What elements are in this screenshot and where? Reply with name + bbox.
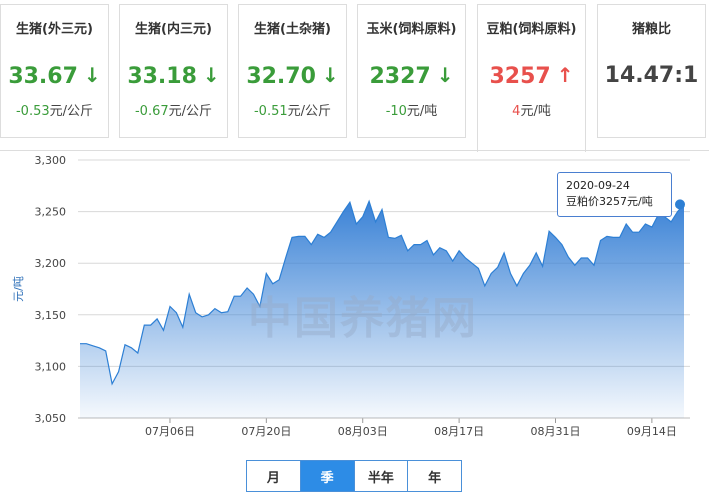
card-pig-inner-three[interactable]: 生猪(内三元) 33.18 ↓ -0.67元/公斤	[119, 4, 228, 138]
y-tick-label: 3,100	[35, 360, 67, 373]
y-tick-label: 3,150	[35, 309, 67, 322]
card-change: -0.53元/公斤	[1, 100, 108, 119]
card-pig-outer-three[interactable]: 生猪(外三元) 33.67 ↓ -0.53元/公斤	[0, 4, 109, 138]
change-unit: 元/吨	[520, 104, 551, 119]
x-tick-label: 07月06日	[145, 425, 195, 438]
change-value: -0.67	[134, 104, 169, 119]
change-value: -0.51	[253, 104, 288, 119]
y-tick-label: 3,300	[35, 154, 67, 167]
price-value: 2327	[369, 64, 431, 89]
card-title: 生猪(土杂猪)	[254, 22, 331, 37]
arrow-down-icon: ↓	[321, 63, 339, 87]
x-tick-label: 08月31日	[530, 425, 580, 438]
highlighted-point[interactable]	[675, 199, 685, 210]
price-chart: 3,050 3,100 3,150 3,200 3,250 3,300 07月06日 07月…	[0, 150, 709, 450]
card-price: 3257 ↑	[478, 63, 585, 89]
range-selector: 月 季 半年 年	[246, 460, 462, 492]
card-corn[interactable]: 玉米(饲料原料) 2327 ↓ -10元/吨	[357, 4, 466, 138]
arrow-down-icon: ↓	[202, 63, 220, 87]
tooltip-value: 豆粕价3257元/吨	[566, 195, 653, 208]
price-value: 3257	[489, 64, 551, 89]
card-price: 14.47:1	[598, 63, 705, 88]
card-price: 33.67 ↓	[1, 63, 108, 89]
card-change: -0.51元/公斤	[239, 100, 346, 119]
change-value: -10	[385, 104, 407, 119]
change-value: -0.53	[15, 104, 50, 119]
arrow-down-icon: ↓	[83, 63, 101, 87]
card-title: 生猪(内三元)	[135, 22, 212, 37]
y-axis-label: 元/吨	[12, 276, 25, 302]
card-pig-grain-ratio[interactable]: 猪粮比 14.47:1	[597, 4, 706, 138]
card-title: 生猪(外三元)	[16, 22, 93, 37]
card-price: 33.18 ↓	[120, 63, 227, 89]
x-tick-label: 09月14日	[627, 425, 677, 438]
card-soybean-meal[interactable]: 豆粕(饲料原料) 3257 ↑ 4元/吨	[477, 4, 586, 152]
change-unit: 元/吨	[406, 104, 438, 119]
price-cards: 生猪(外三元) 33.67 ↓ -0.53元/公斤 生猪(内三元) 33.18 ↓ …	[0, 0, 709, 152]
y-tick-label: 3,050	[35, 412, 67, 425]
range-year-button[interactable]: 年	[408, 461, 461, 491]
card-pig-mixed[interactable]: 生猪(土杂猪) 32.70 ↓ -0.51元/公斤	[238, 4, 347, 138]
arrow-up-icon: ↑	[556, 63, 574, 87]
card-title: 玉米(饲料原料)	[366, 22, 457, 37]
x-tick-label: 08月17日	[434, 425, 484, 438]
change-unit: 元/公斤	[168, 104, 213, 119]
price-value: 33.18	[127, 64, 197, 89]
tooltip-date: 2020-09-24	[566, 179, 630, 192]
range-month-button[interactable]: 月	[247, 461, 301, 491]
price-value: 14.47:1	[604, 63, 699, 88]
range-half-year-button[interactable]: 半年	[354, 461, 409, 491]
change-unit: 元/公斤	[287, 104, 332, 119]
x-tick-label: 07月20日	[241, 425, 291, 438]
card-title: 豆粕(饲料原料)	[486, 22, 577, 37]
price-value: 33.67	[8, 64, 78, 89]
arrow-down-icon: ↓	[436, 63, 454, 87]
range-quarter-button[interactable]: 季	[300, 461, 355, 491]
watermark-text: 中国养猪网	[248, 293, 478, 344]
y-tick-label: 3,200	[35, 257, 67, 270]
x-tick-label: 08月03日	[338, 425, 388, 438]
card-change: -10元/吨	[358, 100, 465, 119]
card-price: 32.70 ↓	[239, 63, 346, 89]
card-price: 2327 ↓	[358, 63, 465, 89]
price-value: 32.70	[246, 64, 316, 89]
change-unit: 元/公斤	[49, 104, 94, 119]
card-title: 猪粮比	[631, 22, 671, 37]
card-change: 4元/吨	[478, 100, 585, 119]
chart-tooltip: 2020-09-24 豆粕价3257元/吨	[557, 172, 672, 217]
y-tick-label: 3,250	[35, 206, 67, 219]
card-change: -0.67元/公斤	[120, 100, 227, 119]
